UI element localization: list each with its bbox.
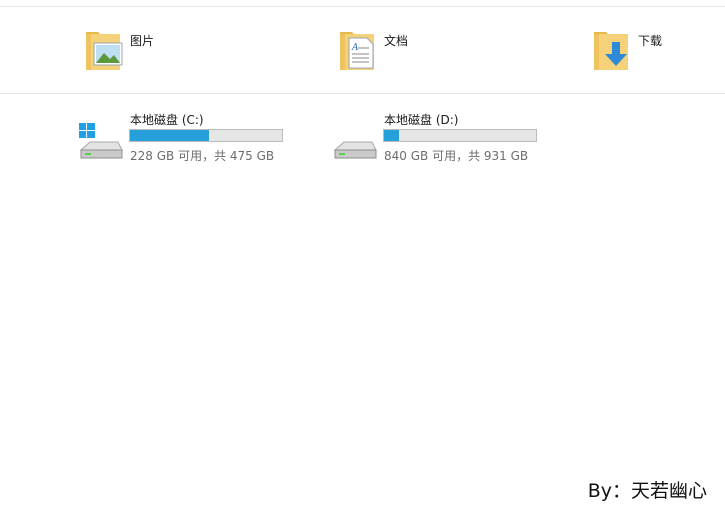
folder-documents[interactable]: A 文档 (338, 28, 448, 74)
hard-drive-icon (332, 122, 378, 162)
drive-usage-bar (383, 129, 537, 142)
pictures-folder-icon (84, 28, 124, 72)
documents-folder-icon: A (338, 28, 378, 72)
drive-d[interactable]: 本地磁盘 (D:) 840 GB 可用，共 931 GB (332, 110, 552, 166)
drive-c[interactable]: 本地磁盘 (C:) 228 GB 可用，共 475 GB (78, 110, 298, 166)
folder-label: 下载 (638, 34, 663, 48)
folder-pictures[interactable]: 图片 (84, 28, 194, 74)
watermark-text: By：天若幽心 (587, 480, 707, 502)
divider (0, 6, 725, 7)
drive-usage-bar (129, 129, 283, 142)
folder-label: 图片 (130, 34, 155, 48)
drive-space-text: 228 GB 可用，共 475 GB (130, 149, 275, 163)
divider (0, 93, 725, 94)
svg-text:A: A (351, 43, 359, 53)
drive-space-text: 840 GB 可用，共 931 GB (384, 149, 529, 163)
drive-name: 本地磁盘 (D:) (384, 113, 459, 127)
downloads-folder-icon (592, 28, 632, 72)
this-pc-view: 图片 A 文档 下载 本地磁盘 (C:) 228 GB 可用，共 475 GB … (0, 0, 725, 511)
drive-name: 本地磁盘 (C:) (130, 113, 204, 127)
drive-usage-fill (130, 130, 210, 141)
windows-drive-icon (78, 122, 124, 162)
drive-usage-fill (384, 130, 400, 141)
folder-downloads[interactable]: 下载 (592, 28, 702, 74)
folder-label: 文档 (384, 34, 409, 48)
